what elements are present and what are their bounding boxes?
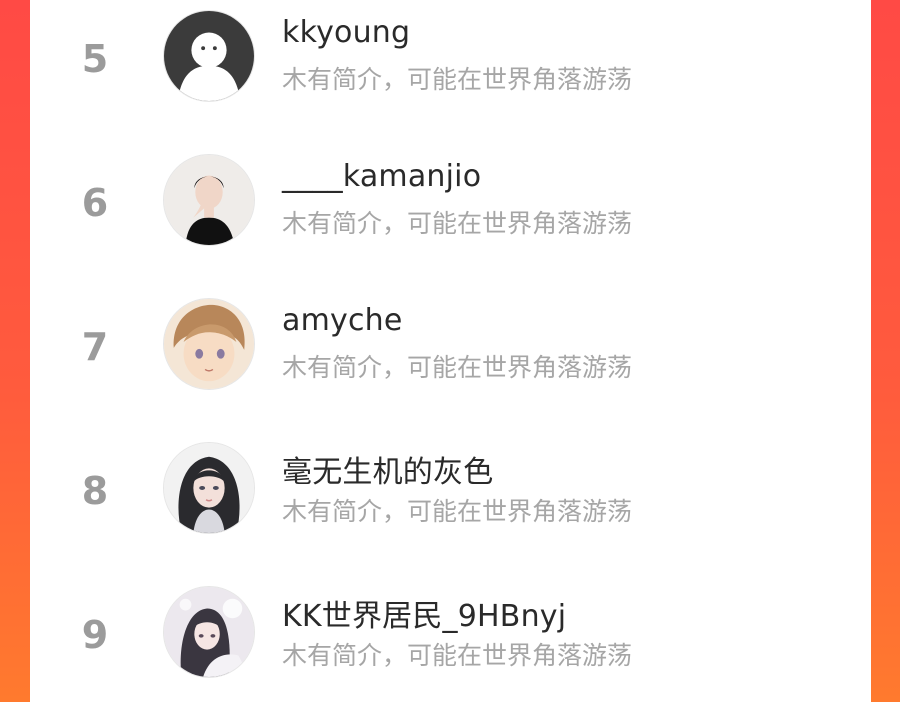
ranking-list-item[interactable]: 6 ____kamanjio 木有简介，可能在世界角落游荡 <box>30 144 871 284</box>
user-bio: 木有简介，可能在世界角落游荡 <box>282 641 633 670</box>
ranking-list-item[interactable]: 8 毫无生机的灰色 木有简介，可能在世界角落游荡 <box>30 432 871 572</box>
default-user-avatar-icon[interactable] <box>163 10 255 102</box>
ranking-list-card: 5 kkyoung 木有简介，可能在世界角落游荡 6 ____kamanjio … <box>30 0 871 702</box>
user-bio: 木有简介，可能在世界角落游荡 <box>282 353 633 382</box>
rank-number: 7 <box>81 325 109 369</box>
user-name[interactable]: 毫无生机的灰色 <box>282 447 493 491</box>
rank-number: 5 <box>81 37 109 81</box>
user-bio: 木有简介，可能在世界角落游荡 <box>282 65 633 94</box>
rank-number: 8 <box>81 469 109 513</box>
user-bio: 木有简介，可能在世界角落游荡 <box>282 209 633 238</box>
user-bio: 木有简介，可能在世界角落游荡 <box>282 497 633 526</box>
illustrated-girl-avatar-icon[interactable] <box>163 586 255 678</box>
ranking-list-item[interactable]: 9 KK世界居民_9HBnyj 木有简介，可能在世界角落游荡 <box>30 576 871 702</box>
ranking-page-background: 5 kkyoung 木有简介，可能在世界角落游荡 6 ____kamanjio … <box>0 0 900 702</box>
user-name[interactable]: kkyoung <box>282 15 410 50</box>
user-name[interactable]: KK世界居民_9HBnyj <box>282 591 566 635</box>
woman-portrait-avatar-icon[interactable] <box>163 154 255 246</box>
user-name[interactable]: ____kamanjio <box>282 159 481 194</box>
user-name[interactable]: amyche <box>282 303 403 338</box>
rank-number: 6 <box>81 181 109 225</box>
ranking-list-item[interactable]: 5 kkyoung 木有简介，可能在世界角落游荡 <box>30 0 871 140</box>
rank-number: 9 <box>81 613 109 657</box>
ranking-list-item[interactable]: 7 amyche 木有简介，可能在世界角落游荡 <box>30 288 871 428</box>
anime-girl-avatar-icon[interactable] <box>163 442 255 534</box>
anime-boy-avatar-icon[interactable] <box>163 298 255 390</box>
